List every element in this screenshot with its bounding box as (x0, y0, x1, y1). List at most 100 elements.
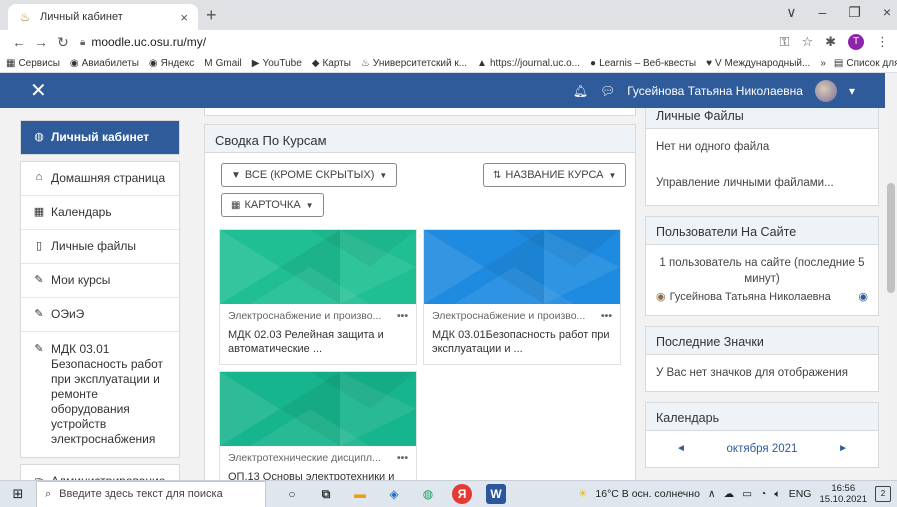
course-card[interactable]: Электроснабжение и произво... ••• МДК 03.0… (423, 229, 621, 365)
course-image[interactable] (424, 230, 620, 304)
star-icon[interactable]: ☆ (801, 34, 813, 50)
notifications-bell-icon[interactable]: 🔔︎ (573, 84, 588, 98)
reading-list[interactable]: ▤Список для чтения (834, 58, 897, 69)
scrollbar-thumb[interactable] (887, 183, 895, 293)
calendar-month[interactable]: октября 2021 (727, 441, 798, 457)
drawer-item-label: МДК 03.01 Безопасность работ при эксплуа… (51, 342, 164, 446)
course-name-link[interactable]: МДК 03.01Безопасность работ при эксплуат… (432, 328, 612, 356)
drawer-item[interactable]: ✎ Мои курсы (21, 263, 179, 297)
bookmark-item[interactable]: ▶ YouTube (252, 58, 302, 69)
menu-icon[interactable]: ⋮ (876, 34, 889, 50)
volume-icon[interactable]: 🔈︎ (774, 488, 780, 501)
drawer-item-icon: ▯ (35, 240, 43, 252)
tab-close-icon[interactable]: × (180, 10, 188, 25)
course-menu-icon[interactable]: ••• (397, 310, 408, 322)
course-card[interactable]: Электротехнические дисципл... ••• ОП.13 Ос… (219, 371, 417, 480)
drawer-item[interactable]: ▦ Календарь (21, 195, 179, 229)
cortana-icon[interactable]: ○ (282, 484, 302, 504)
file-explorer-icon[interactable]: ▬ (350, 484, 370, 504)
user-avatar[interactable] (814, 79, 837, 102)
course-image[interactable] (220, 372, 416, 446)
next-month-icon[interactable]: ► (838, 441, 848, 457)
course-body: Электротехнические дисципл... ••• ОП.13 Ос… (220, 446, 416, 480)
bookmark-icon: ♥ (706, 57, 712, 69)
reload-icon[interactable]: ↻ (52, 34, 74, 51)
drawer-item[interactable]: ✎ ОЭиЭ (21, 297, 179, 331)
bookmark-icon: ● (590, 57, 597, 69)
drawer-item[interactable]: ⌂ Домашняя страница (21, 162, 179, 195)
visibility-eye-icon[interactable]: ◉ (858, 289, 868, 305)
page-scrollbar[interactable] (885, 73, 897, 480)
drawer-item-icon: ✎ (34, 274, 44, 286)
profile-avatar[interactable]: T (848, 34, 864, 50)
task-view-icon[interactable]: ⧉ (316, 484, 336, 504)
windows-start-icon[interactable]: ⊞ (0, 486, 36, 502)
windows-taskbar: ⊞ ⌕ Введите здесь текст для поиска ○ ⧉ ▬… (0, 480, 897, 507)
bookmark-item[interactable]: ♨ Университетский к... (361, 58, 467, 69)
chrome-icon[interactable]: ◍ (418, 484, 438, 504)
course-menu-icon[interactable]: ••• (397, 452, 408, 464)
notification-center-icon[interactable]: 2 (875, 486, 891, 502)
drawer-item[interactable]: ✎ МДК 03.01 Безопасность работ при эксплу… (21, 331, 179, 457)
filter-icon: ▼ (231, 169, 241, 181)
restore-icon[interactable]: ❐ (848, 4, 861, 21)
bookmark-label: Университетский к... (372, 57, 468, 69)
bookmark-item[interactable]: M Gmail (204, 58, 241, 69)
bookmark-item[interactable]: ◉ Авиабилеты (70, 58, 139, 69)
page-content: ◍ Личный кабинет ⌂ Домашняя страница ▦ Календ… (0, 108, 885, 480)
back-icon[interactable]: ← (8, 34, 30, 50)
bookmark-item[interactable]: ♥ V Международный... (706, 58, 810, 69)
course-category: Электроснабжение и произво... (432, 310, 586, 322)
taskbar-search-input[interactable]: ⌕ Введите здесь текст для поиска (36, 480, 266, 507)
network-icon[interactable]: ◔ (760, 488, 766, 500)
manage-files-link[interactable]: Управление личными файлами... (656, 175, 868, 191)
course-image[interactable] (220, 230, 416, 304)
sort-dropdown[interactable]: ⇅ НАЗВАНИЕ КУРСА ▼ (483, 163, 627, 187)
user-name[interactable]: Гусейнова Татьяна Николаевна (627, 84, 803, 98)
tray-expand-icon[interactable]: ∧ (708, 488, 716, 500)
bookmark-label: Карты (322, 57, 351, 69)
browser-tab[interactable]: ♨ Личный кабинет × (8, 4, 198, 30)
online-user-name[interactable]: Гусейнова Татьяна Николаевна (670, 289, 831, 305)
bookmarks-more-icon[interactable]: » (820, 58, 826, 69)
view-mode-dropdown[interactable]: ▦ КАРТОЧКА ▼ (221, 193, 324, 217)
key-icon[interactable]: ⚿ (780, 34, 790, 50)
url-input[interactable]: 🔒︎ moodle.uc.osu.ru/my/ (80, 32, 780, 52)
bookmark-item[interactable]: ◉ Яндекс (149, 58, 194, 69)
close-drawer-icon[interactable]: ✕ (30, 78, 47, 103)
course-menu-icon[interactable]: ••• (601, 310, 612, 322)
battery-icon[interactable]: ▭ (742, 488, 752, 500)
drawer-item[interactable]: ▯ Личные файлы (21, 229, 179, 263)
weather-text[interactable]: 16°C В осн. солнечно (595, 488, 700, 500)
new-tab-button[interactable]: + (206, 5, 217, 25)
bookmark-item[interactable]: ▦ Сервисы (6, 58, 60, 69)
messages-icon[interactable]: 💬︎ (600, 84, 615, 98)
window-close-icon[interactable]: × (883, 4, 891, 21)
minimize-icon[interactable]: – (818, 4, 826, 21)
word-icon[interactable]: W (486, 484, 506, 504)
store-icon[interactable]: ◈ (384, 484, 404, 504)
course-card[interactable]: Электроснабжение и произво... ••• МДК 02.0… (219, 229, 417, 365)
top-card (204, 108, 636, 116)
course-name-link[interactable]: МДК 02.03 Релейная защита и автоматическ… (228, 328, 408, 356)
filter-grouping-dropdown[interactable]: ▼ ВСЕ (КРОМЕ СКРЫТЫХ) ▼ (221, 163, 398, 187)
user-menu-caret-icon[interactable]: ▾ (849, 84, 855, 98)
drawer-item[interactable]: ✑Администрирование (21, 465, 179, 480)
language-indicator[interactable]: ENG (789, 488, 812, 500)
bookmark-icon: ▦ (6, 57, 16, 69)
extensions-icon[interactable]: ✱ (825, 34, 836, 50)
forward-icon[interactable]: → (30, 34, 52, 50)
course-name-link[interactable]: ОП.13 Основы электротехники и электроник… (228, 470, 408, 480)
taskbar-clock[interactable]: 16:56 15.10.2021 (819, 483, 867, 505)
onedrive-icon[interactable]: ☁ (724, 488, 735, 500)
no-badges-text: У Вас нет значков для отображения (656, 367, 848, 379)
prev-month-icon[interactable]: ◄ (676, 441, 686, 457)
yandex-browser-icon[interactable]: Я (452, 484, 472, 504)
drawer-item[interactable]: ◍ Личный кабинет (21, 121, 179, 154)
course-pattern-icon (220, 230, 416, 304)
bookmark-item[interactable]: ● Learnis – Веб-квесты (590, 58, 696, 69)
bookmark-item[interactable]: ▲ https://journal.uc.o... (477, 58, 580, 69)
system-tray: ☀ 16°C В осн. солнечно ∧ ☁ ▭ ◔ 🔈︎ ENG 16… (578, 483, 897, 505)
bookmark-item[interactable]: ◆ Карты (312, 58, 351, 69)
tab-search-icon[interactable]: ∨ (786, 4, 796, 21)
